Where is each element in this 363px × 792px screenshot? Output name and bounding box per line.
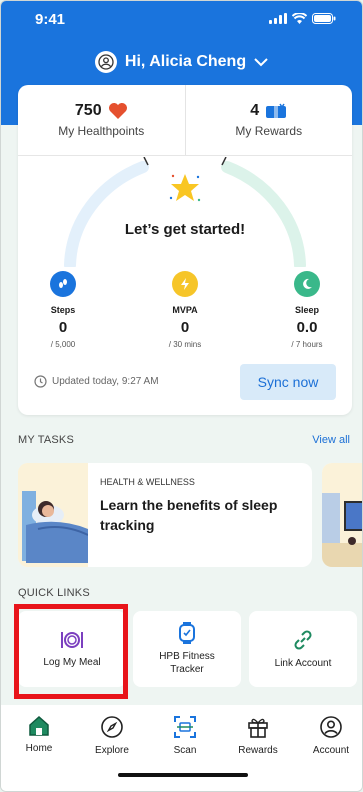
quick-link-label: Link Account xyxy=(274,657,332,669)
scan-icon xyxy=(174,716,196,738)
metric-value: 0 xyxy=(58,319,68,336)
app-screen: 9:41 Hi, Alicia Cheng 750 My Healthpoint… xyxy=(0,0,363,792)
bottom-nav: Home Explore Scan Rewards Account xyxy=(1,705,362,791)
task-card[interactable]: HEALTH & WELLNESS Learn the benefits of … xyxy=(18,463,312,567)
healthpoints-stat[interactable]: 750 My Healthpoints xyxy=(18,85,186,155)
greeting-text: Hi, Alicia Cheng xyxy=(124,53,247,70)
quick-link-fitness-tracker[interactable]: HPB Fitness Tracker xyxy=(133,611,241,687)
nav-label: Account xyxy=(312,745,350,756)
rewards-label: My Rewards xyxy=(235,124,303,138)
task-title: Learn the benefits of sleep tracking xyxy=(100,497,278,533)
nav-label: Scan xyxy=(173,745,197,756)
view-all-link[interactable]: View all xyxy=(312,434,350,446)
metric-value: 0 xyxy=(180,319,190,336)
progress-title: Let’s get started! xyxy=(124,221,246,238)
quick-link-link-account[interactable]: Link Account xyxy=(249,611,357,687)
battery-icon xyxy=(312,13,336,24)
lightning-icon xyxy=(172,271,198,297)
metric-target: / 5,000 xyxy=(50,340,76,349)
link-icon xyxy=(294,629,312,650)
status-bar: 9:41 xyxy=(1,1,362,41)
star-icon xyxy=(155,167,215,209)
sync-now-button[interactable]: Sync now xyxy=(240,364,336,400)
healthpoints-value: 750 xyxy=(74,102,102,119)
nav-scan[interactable]: Scan xyxy=(155,715,215,756)
signal-icon xyxy=(269,13,287,24)
nav-label: Explore xyxy=(95,745,129,756)
stats-row: 750 My Healthpoints 4 My Rewards xyxy=(18,85,352,155)
chevron-down-icon xyxy=(254,57,268,66)
home-indicator[interactable] xyxy=(118,773,248,777)
healthpoints-label: My Healthpoints xyxy=(58,124,145,138)
quick-link-label: HPB Fitness Tracker xyxy=(159,651,215,675)
metric-name: Steps xyxy=(50,305,76,315)
task-category: HEALTH & WELLNESS xyxy=(100,477,195,487)
gift-icon xyxy=(248,718,268,738)
clock-icon xyxy=(34,375,47,388)
nav-rewards[interactable]: Rewards xyxy=(228,715,288,756)
sleep-illustration xyxy=(18,463,89,567)
status-time: 9:41 xyxy=(35,11,66,28)
nav-label: Home xyxy=(25,743,53,754)
fitness-watch-icon xyxy=(179,622,195,644)
metric-name: MVPA xyxy=(172,305,198,315)
account-switcher[interactable]: Hi, Alicia Cheng xyxy=(1,51,362,73)
account-icon xyxy=(320,716,342,738)
rewards-value: 4 xyxy=(250,102,260,119)
wifi-icon xyxy=(292,13,307,24)
moon-icon xyxy=(294,271,320,297)
last-updated: Updated today, 9:27 AM xyxy=(34,375,159,388)
home-icon xyxy=(29,715,49,736)
progress-card: 750 My Healthpoints 4 My Rewards Let’s g… xyxy=(18,85,352,415)
highlight-box xyxy=(14,604,128,699)
nav-label: Rewards xyxy=(238,745,278,756)
next-task-card[interactable] xyxy=(322,463,362,567)
status-icons xyxy=(269,13,336,24)
footsteps-icon xyxy=(50,271,76,297)
heart-icon xyxy=(108,103,127,119)
metric-steps: Steps 0 / 5,000 xyxy=(23,271,103,349)
metric-value: 0.0 xyxy=(296,319,318,336)
metric-sleep: Sleep 0.0 / 7 hours xyxy=(267,271,347,349)
tasks-section-title: MY TASKS xyxy=(18,434,75,446)
rewards-stat[interactable]: 4 My Rewards xyxy=(186,85,353,155)
metric-target: / 7 hours xyxy=(291,340,323,349)
metric-mvpa: MVPA 0 / 30 mins xyxy=(145,271,225,349)
avatar-icon xyxy=(94,51,117,73)
updated-text: Updated today, 9:27 AM xyxy=(52,376,159,387)
metric-target: / 30 mins xyxy=(168,340,202,349)
metric-name: Sleep xyxy=(294,305,319,315)
quick-links-section-title: QUICK LINKS xyxy=(18,587,90,599)
reward-ticket-icon xyxy=(266,103,287,118)
stats-divider xyxy=(18,155,352,156)
compass-icon xyxy=(101,716,123,738)
nav-home[interactable]: Home xyxy=(9,715,69,754)
nav-account[interactable]: Account xyxy=(301,715,361,756)
nav-explore[interactable]: Explore xyxy=(82,715,142,756)
